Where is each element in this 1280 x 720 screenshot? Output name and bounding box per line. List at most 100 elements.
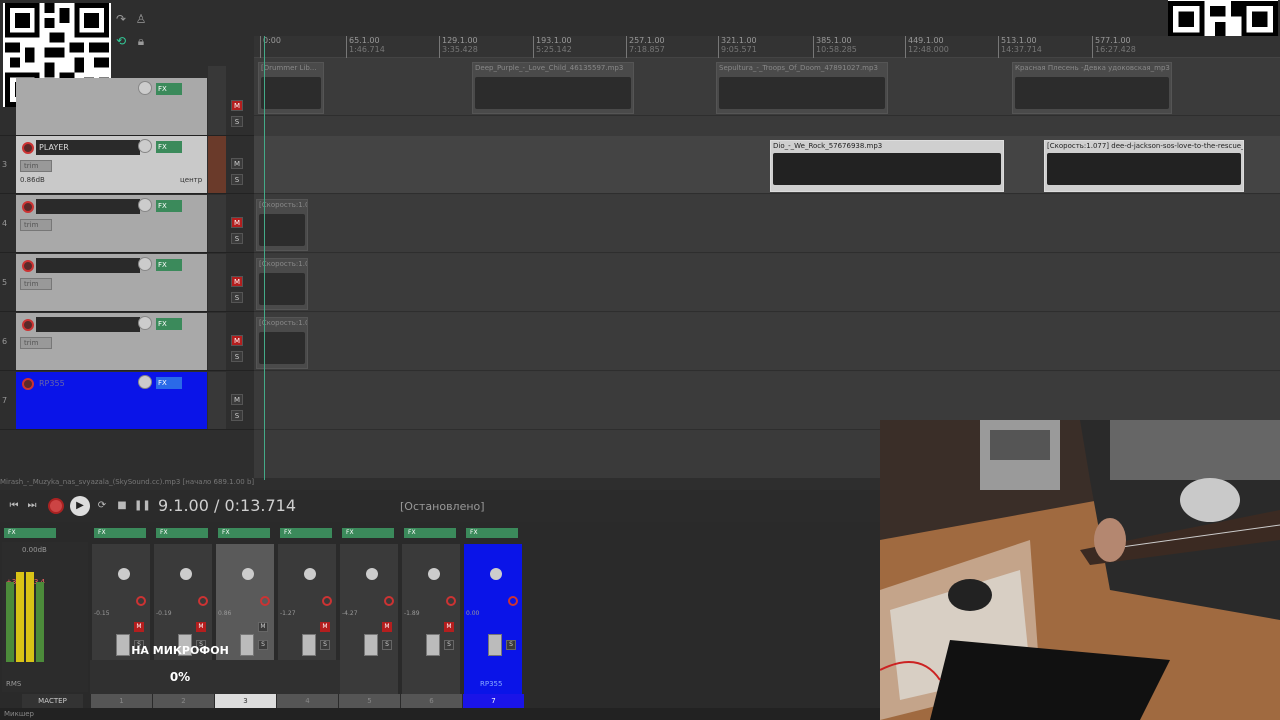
track-name[interactable] xyxy=(36,258,140,273)
mute-button[interactable]: M xyxy=(231,276,243,287)
track-header[interactable]: 4 FX trim M S xyxy=(0,195,254,253)
metronome-icon[interactable]: ♙ xyxy=(134,12,148,26)
record-arm-button[interactable] xyxy=(446,596,456,606)
fx-button[interactable]: FX xyxy=(280,528,332,538)
fx-button[interactable]: FX xyxy=(156,259,182,271)
mute-button[interactable]: M xyxy=(320,622,330,632)
record-arm-button[interactable] xyxy=(260,596,270,606)
fx-button[interactable]: FX xyxy=(466,528,518,538)
record-arm-button[interactable] xyxy=(22,201,34,213)
volume-knob[interactable] xyxy=(138,257,152,271)
media-item[interactable]: Deep_Purple_-_Love_Child_46135597.mp3 xyxy=(472,62,634,114)
fx-button[interactable]: FX xyxy=(156,528,208,538)
mixer-tab[interactable]: Микшер xyxy=(0,708,880,720)
record-arm-button[interactable] xyxy=(508,596,518,606)
record-arm-button[interactable] xyxy=(322,596,332,606)
fx-button[interactable]: FX xyxy=(4,528,56,538)
mixer-strip-selected[interactable]: FX 0.00 S RP355 xyxy=(462,526,522,696)
solo-button[interactable]: S xyxy=(231,233,243,244)
go-end-icon[interactable]: ⏭ xyxy=(24,498,40,514)
solo-button[interactable]: S xyxy=(320,640,330,650)
track-header[interactable]: 6 FX trim M S xyxy=(0,313,254,371)
fx-button[interactable]: FX xyxy=(156,141,182,153)
mute-button[interactable]: M xyxy=(231,394,243,405)
go-start-icon[interactable]: ⏮ xyxy=(6,498,22,514)
track-name[interactable]: PLAYER xyxy=(36,140,140,155)
stop-icon[interactable]: ■ xyxy=(114,498,130,514)
fx-button[interactable]: FX xyxy=(342,528,394,538)
redo-icon[interactable]: ↷ xyxy=(114,12,128,26)
pause-icon[interactable]: ❚❚ xyxy=(134,498,151,514)
trim-button[interactable]: trim xyxy=(20,219,52,231)
fx-button[interactable]: FX xyxy=(218,528,270,538)
solo-button[interactable]: S xyxy=(231,116,243,127)
mute-button[interactable]: M xyxy=(382,622,392,632)
fx-button[interactable]: FX xyxy=(94,528,146,538)
mute-button[interactable]: M xyxy=(231,217,243,228)
record-arm-button[interactable] xyxy=(22,319,34,331)
solo-button[interactable]: S xyxy=(382,640,392,650)
volume-fader[interactable] xyxy=(302,634,316,656)
volume-fader[interactable] xyxy=(364,634,378,656)
mute-button[interactable]: M xyxy=(231,158,243,169)
mute-button[interactable]: M xyxy=(444,622,454,632)
mixer-strip[interactable]: FX -4.27 M S xyxy=(338,526,398,696)
volume-fader[interactable] xyxy=(488,634,502,656)
volume-knob[interactable] xyxy=(138,81,152,95)
track-name[interactable]: RP355 xyxy=(36,376,140,391)
arrange-view[interactable]: [Drummer Lib... Deep_Purple_-_Love_Child… xyxy=(254,58,1280,478)
volume-knob[interactable] xyxy=(138,198,152,212)
track-header[interactable]: 3 PLAYER FX trim 0.86dB центр M S xyxy=(0,136,254,194)
loop-icon[interactable]: ⟲ xyxy=(114,34,128,48)
track-name[interactable] xyxy=(36,199,140,214)
record-arm-button[interactable] xyxy=(22,260,34,272)
media-item[interactable]: Sepultura_-_Troops_Of_Doom_47891027.mp3 xyxy=(716,62,888,114)
volume-knob[interactable] xyxy=(138,139,152,153)
fx-button[interactable]: FX xyxy=(156,318,182,330)
record-arm-button[interactable] xyxy=(22,378,34,390)
fx-button[interactable]: FX xyxy=(404,528,456,538)
track-lane[interactable]: Dio_-_We_Rock_57676938.mp3 [Скорость:1.0… xyxy=(254,136,1280,194)
trim-button[interactable]: trim xyxy=(20,160,52,172)
record-arm-button[interactable] xyxy=(22,142,34,154)
mixer-strip[interactable]: FX -1.89 M S xyxy=(400,526,460,696)
mute-button[interactable]: M xyxy=(258,622,268,632)
mute-button[interactable]: M xyxy=(231,335,243,346)
track-header[interactable]: FX M S xyxy=(0,66,254,136)
solo-button[interactable]: S xyxy=(506,640,516,650)
media-item[interactable]: Красная Плесень -Девка удоковская_mp3 xyxy=(1012,62,1172,114)
solo-button[interactable]: S xyxy=(231,292,243,303)
track-header-selected[interactable]: 7 RP355 FX M S xyxy=(0,372,254,430)
play-button[interactable]: ▶ xyxy=(70,496,90,516)
solo-button[interactable]: S xyxy=(444,640,454,650)
media-item[interactable]: Dio_-_We_Rock_57676938.mp3 xyxy=(770,140,1004,192)
record-arm-button[interactable] xyxy=(198,596,208,606)
volume-knob[interactable] xyxy=(138,316,152,330)
mute-button[interactable]: M xyxy=(231,100,243,111)
mute-button[interactable]: M xyxy=(196,622,206,632)
lock-icon[interactable]: 🔒︎ xyxy=(134,34,148,48)
record-arm-button[interactable] xyxy=(136,596,146,606)
record-arm-button[interactable] xyxy=(384,596,394,606)
fx-button[interactable]: FX xyxy=(156,200,182,212)
track-lane[interactable]: [Скорость:1.0... xyxy=(254,195,1280,253)
record-button[interactable] xyxy=(48,498,64,514)
track-name[interactable] xyxy=(36,317,140,332)
trim-button[interactable]: trim xyxy=(20,337,52,349)
track-header[interactable]: 5 FX trim M S xyxy=(0,254,254,312)
repeat-icon[interactable]: ⟳ xyxy=(94,498,110,514)
track-lane[interactable]: [Скорость:1.0... xyxy=(254,313,1280,371)
volume-knob[interactable] xyxy=(138,375,152,389)
trim-button[interactable]: trim xyxy=(20,278,52,290)
fx-button[interactable]: FX xyxy=(156,377,182,389)
solo-button[interactable]: S xyxy=(231,410,243,421)
media-item[interactable]: [Скорость:1.077] dee-d-jackson-sos-love-… xyxy=(1044,140,1244,192)
mute-button[interactable]: M xyxy=(134,622,144,632)
solo-button[interactable]: S xyxy=(231,174,243,185)
track-lane[interactable]: [Скорость:1.0... xyxy=(254,254,1280,312)
media-item[interactable]: [Drummer Lib... xyxy=(258,62,324,114)
volume-fader[interactable] xyxy=(426,634,440,656)
fx-button[interactable]: FX xyxy=(156,83,182,95)
track-lane[interactable]: [Drummer Lib... Deep_Purple_-_Love_Child… xyxy=(254,58,1280,116)
timeline-ruler[interactable]: 0:00 65.1.00 1:46.714 129.1.00 3:35.428 19… xyxy=(254,36,1280,58)
